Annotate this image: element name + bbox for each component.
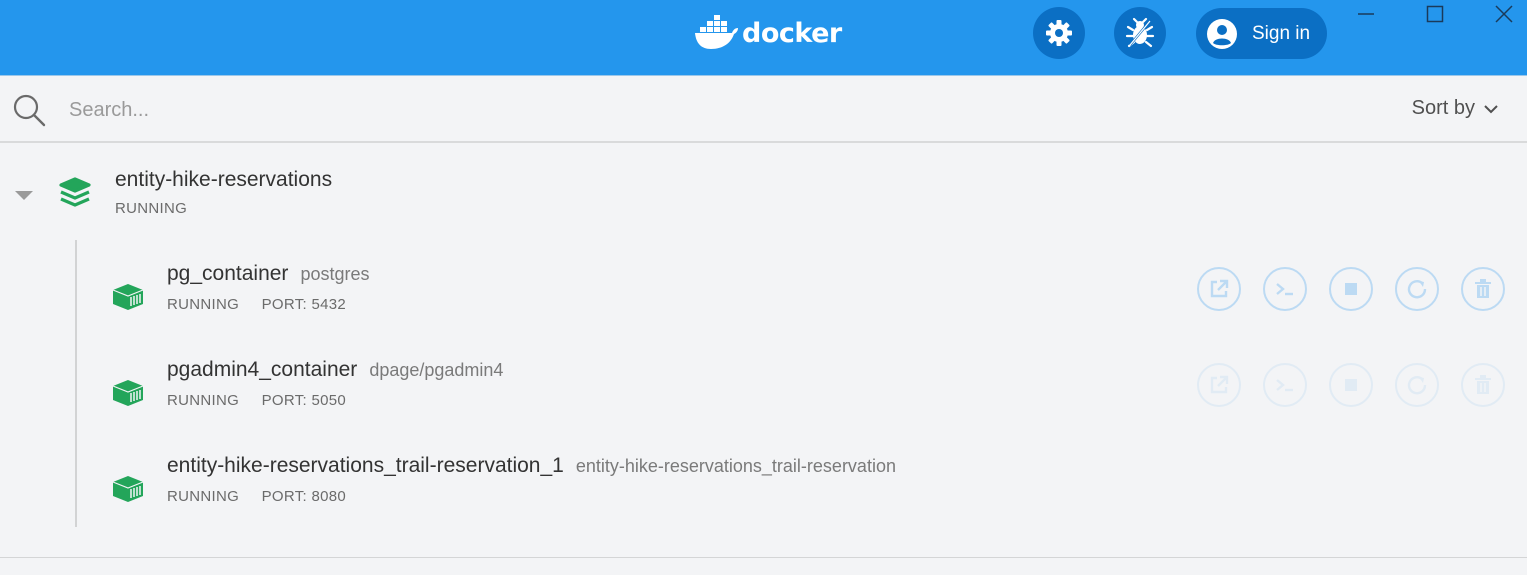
container-meta: RUNNING PORT: 5050 [167, 392, 346, 409]
open-in-browser-icon [1210, 279, 1229, 298]
stop-icon [1345, 379, 1357, 391]
container-image: postgres [300, 264, 370, 284]
container-meta: RUNNING PORT: 8080 [167, 488, 346, 505]
cli-button[interactable] [1263, 267, 1307, 311]
close-button[interactable] [1481, 0, 1527, 28]
container-status: RUNNING [167, 296, 240, 313]
maximize-button[interactable] [1412, 0, 1458, 28]
container-icon [112, 284, 144, 310]
container-image: entity-hike-reservations_trail-reservati… [575, 456, 896, 476]
stop-button[interactable] [1329, 363, 1373, 407]
settings-button[interactable] [1033, 7, 1085, 59]
container-name: entity-hike-reservations_trail-reservati… [167, 454, 564, 477]
restart-button[interactable] [1395, 267, 1439, 311]
chevron-down-icon [1484, 104, 1498, 113]
delete-button[interactable] [1461, 267, 1505, 311]
container-actions [1197, 363, 1527, 407]
container-status: RUNNING [167, 488, 240, 505]
minimize-icon [1358, 13, 1374, 15]
container-port: PORT: 5050 [261, 392, 347, 409]
open-in-browser-icon [1210, 375, 1229, 394]
delete-button[interactable] [1461, 363, 1505, 407]
cli-icon [1276, 283, 1293, 296]
close-icon [1495, 5, 1513, 23]
sign-in-button[interactable]: Sign in [1196, 8, 1327, 59]
list-divider [0, 557, 1527, 558]
sort-by-dropdown[interactable]: Sort by [1412, 97, 1499, 120]
container-title: pg_container postgres [167, 262, 369, 286]
stop-button[interactable] [1329, 267, 1373, 311]
app-row[interactable]: entity-hike-reservations RUNNING [0, 160, 1527, 230]
app-stack-icon [59, 177, 91, 207]
account-icon [1207, 18, 1237, 49]
container-row[interactable]: pgadmin4_container dpage/pgadmin4 RUNNIN… [0, 358, 1527, 422]
container-actions [1197, 267, 1527, 311]
container-row[interactable]: entity-hike-reservations_trail-reservati… [0, 454, 1527, 518]
container-name: pgadmin4_container [167, 358, 358, 381]
cli-button[interactable] [1263, 363, 1307, 407]
container-status: RUNNING [167, 392, 240, 409]
container-meta: RUNNING PORT: 5432 [167, 296, 346, 313]
docker-logo: docker [694, 14, 842, 50]
search-icon [13, 94, 46, 127]
restart-icon [1407, 376, 1427, 395]
docker-wordmark: docker [742, 17, 842, 49]
docker-whale-icon [695, 15, 738, 49]
maximize-icon [1426, 5, 1444, 23]
container-port: PORT: 5432 [261, 296, 347, 313]
container-title: pgadmin4_container dpage/pgadmin4 [167, 358, 503, 382]
restart-button[interactable] [1395, 363, 1439, 407]
open-in-browser-button[interactable] [1197, 267, 1241, 311]
search-input[interactable] [58, 91, 1158, 129]
stop-icon [1345, 283, 1357, 295]
collapse-caret-icon[interactable] [15, 191, 33, 201]
restart-icon [1407, 280, 1427, 299]
sort-by-label: Sort by [1411, 97, 1475, 119]
container-name: pg_container [167, 262, 289, 285]
app-status: RUNNING [115, 200, 188, 217]
delete-icon [1475, 375, 1491, 394]
title-bar: docker Sign in [0, 0, 1527, 76]
container-icon [112, 380, 144, 406]
container-title: entity-hike-reservations_trail-reservati… [167, 454, 896, 478]
container-icon [112, 476, 144, 502]
settings-icon [1046, 20, 1072, 46]
app-name: entity-hike-reservations [115, 168, 333, 191]
container-image: dpage/pgadmin4 [369, 360, 504, 380]
search-bar: Sort by [0, 77, 1527, 143]
minimize-button[interactable] [1343, 0, 1389, 28]
delete-icon [1475, 279, 1491, 298]
sign-in-label: Sign in [1252, 22, 1311, 44]
bug-report-icon [1125, 17, 1155, 48]
cli-icon [1276, 379, 1293, 392]
open-in-browser-button[interactable] [1197, 363, 1241, 407]
container-row[interactable]: pg_container postgres RUNNING PORT: 5432 [0, 262, 1527, 326]
troubleshoot-button[interactable] [1114, 7, 1166, 59]
container-port: PORT: 8080 [261, 488, 347, 505]
